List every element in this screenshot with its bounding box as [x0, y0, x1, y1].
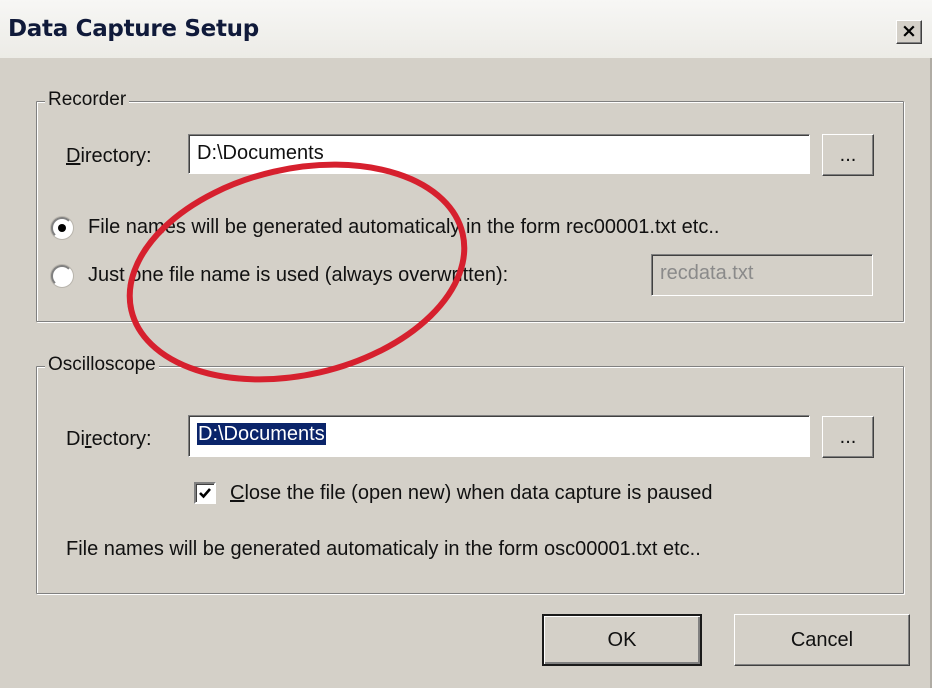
close-button[interactable]: × [896, 20, 922, 44]
window-title: Data Capture Setup [8, 16, 259, 42]
oscilloscope-directory-label: Directory: [66, 428, 152, 450]
radio-auto-filenames-label[interactable]: File names will be generated automatical… [88, 215, 719, 239]
recorder-group-label: Recorder [45, 89, 130, 111]
checkmark-icon [199, 488, 211, 499]
radio-single-filename[interactable] [51, 265, 73, 287]
oscilloscope-browse-button[interactable]: ... [822, 416, 874, 458]
ok-button[interactable]: OK [542, 614, 702, 666]
ok-button-label: OK [607, 629, 637, 651]
recorder-directory-label: Directory: [66, 145, 152, 167]
radio-single-filename-label[interactable]: Just one file name is used (always overw… [88, 263, 508, 287]
oscilloscope-directory-selected-text: D:\Documents [197, 423, 326, 445]
radio-selected-dot [58, 224, 66, 232]
radio-auto-filenames[interactable] [51, 217, 73, 239]
close-file-checkbox-label[interactable]: Close the file (open new) when data capt… [230, 481, 713, 505]
single-filename-input: recdata.txt [651, 254, 873, 296]
close-file-checkbox[interactable] [194, 482, 216, 504]
recorder-directory-input[interactable]: D:\Documents [188, 134, 810, 174]
ellipsis-icon: ... [839, 426, 857, 448]
cancel-button-label: Cancel [790, 629, 854, 651]
ellipsis-icon: ... [839, 144, 857, 166]
close-icon: × [901, 20, 917, 42]
recorder-browse-button[interactable]: ... [822, 134, 874, 176]
cancel-button[interactable]: Cancel [734, 614, 910, 666]
data-capture-setup-dialog: Data Capture Setup × Recorder Directory:… [0, 0, 932, 688]
oscilloscope-info-text: File names will be generated automatical… [66, 538, 701, 560]
title-bar: Data Capture Setup × [0, 0, 932, 58]
oscilloscope-group-label: Oscilloscope [45, 354, 159, 376]
oscilloscope-directory-input[interactable]: D:\Documents [188, 415, 810, 457]
